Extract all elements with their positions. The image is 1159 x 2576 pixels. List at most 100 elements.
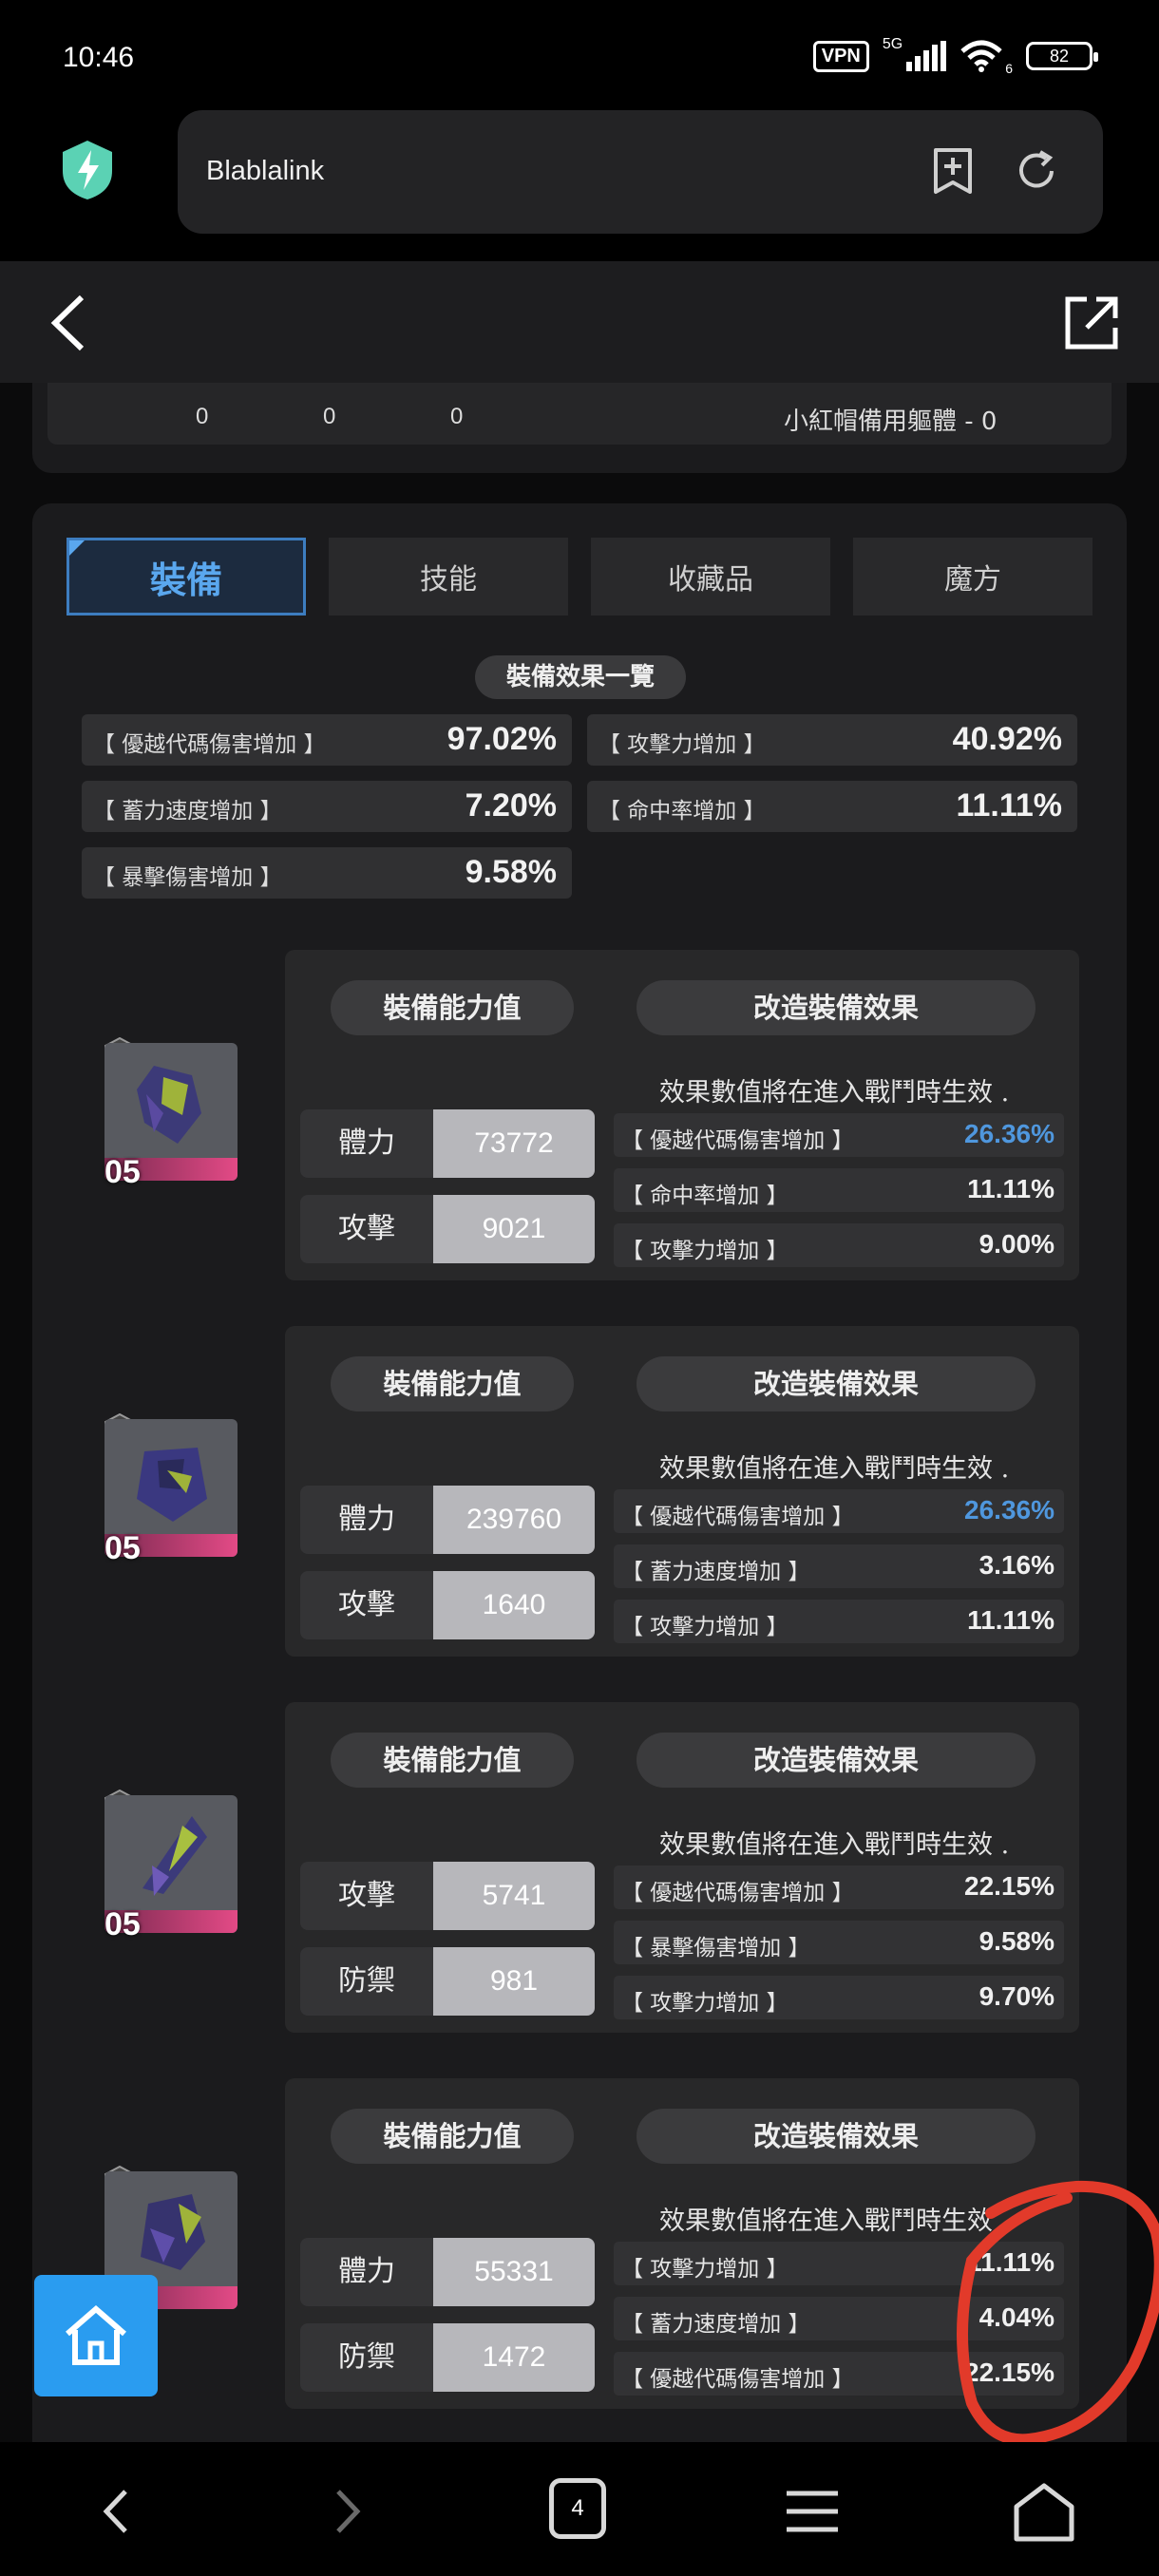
stat-value: 1472 (433, 2323, 595, 2392)
stat-row: 體力 239760 (300, 1486, 595, 1554)
tab-equipment[interactable]: 裝備 (66, 538, 306, 616)
battery-level: 82 (1049, 46, 1070, 66)
effect-label: 【 攻擊力增加 】 (621, 1615, 788, 1639)
effect-value: 9.58% (978, 1926, 1054, 1956)
reload-icon[interactable] (1012, 146, 1061, 196)
effect-row: 【 蓄力速度增加 】 3.16% (614, 1544, 1064, 1588)
summary-stat: 小紅帽備用軀體 - 0 (784, 407, 998, 436)
vpn-badge: VPN (812, 40, 869, 72)
effect-label: 【 優越代碼傷害增加 】 (621, 1505, 854, 1529)
summary-card: 0 0 0 小紅帽備用軀體 - 0 (32, 383, 1127, 473)
effect-row: 【 命中率增加 】 11.11% (614, 1168, 1064, 1212)
tab-skills[interactable]: 技能 (329, 538, 568, 616)
mod-effect-pill: 改造裝備效果 (636, 1356, 1036, 1411)
effect-value: 9.00% (978, 1229, 1054, 1259)
effect-value: 11.11% (967, 1174, 1054, 1203)
summary-num: 0 (323, 404, 336, 429)
effect-row: 【 攻擊力增加 】 9.70% (614, 1976, 1064, 2019)
home-button[interactable] (34, 2275, 158, 2396)
equipment-level: 05 (104, 1154, 141, 1190)
effect-note: 效果數值將在進入戰鬥時生效 . (659, 1078, 1010, 1108)
effect-label: 【 優越代碼傷害增加 】 (621, 1881, 854, 1905)
network-label: 5G (882, 36, 903, 52)
summary-num: 0 (196, 404, 209, 429)
equipment-level: 05 (104, 1906, 141, 1942)
effect-row: 【 優越代碼傷害增加 】 22.15% (614, 1866, 1064, 1909)
stat-name: 體力 (300, 1486, 433, 1554)
nav-home-icon[interactable] (1011, 2478, 1077, 2545)
stat-row: 攻擊 1640 (300, 1571, 595, 1639)
tab-collection[interactable]: 收藏品 (591, 538, 830, 616)
effect-value: 11.11% (956, 787, 1062, 824)
stat-value: 55331 (433, 2238, 595, 2306)
effect-note: 效果數值將在進入戰鬥時生效 . (659, 1454, 1010, 1484)
equipment-panel: 裝備 技能 收藏品 魔方 裝備效果一覽 【 優越代碼傷害增加 】 97.02% 【… (32, 503, 1127, 2442)
effect-value: 40.92% (952, 721, 1062, 757)
effect-row: 【 攻擊力增加 】 11.11% (614, 1600, 1064, 1643)
bookmark-add-icon[interactable] (928, 146, 978, 196)
effect-value: 26.36% (964, 1119, 1054, 1148)
status-icons: VPN 5G 6 82 (812, 36, 1098, 76)
effect-summary-title: 裝備效果一覽 (475, 655, 686, 699)
battery-icon: 82 (1026, 42, 1098, 70)
effect-label: 【 攻擊力增加 】 (621, 2257, 788, 2282)
effect-label: 【 攻擊力增加 】 (621, 1991, 788, 2016)
back-arrow-icon[interactable] (46, 294, 89, 352)
url-text[interactable]: Blablalink (206, 156, 324, 187)
effect-value: 3.16% (978, 1550, 1054, 1580)
mod-effect-pill: 改造裝備效果 (636, 1733, 1036, 1788)
effect-summary-item: 【 攻擊力增加 】 40.92% (587, 714, 1077, 766)
effect-value: 26.36% (964, 1495, 1054, 1525)
tab-cube[interactable]: 魔方 (853, 538, 1092, 616)
stat-value: 9021 (433, 1195, 595, 1263)
effect-label: 【 優越代碼傷害增加 】 (621, 1128, 854, 1153)
status-time: 10:46 (63, 42, 135, 73)
shield-bolt-icon[interactable] (59, 139, 116, 201)
signal-icon (906, 41, 947, 71)
equipment-shape (137, 1448, 207, 1522)
effect-label: 【 命中率增加 】 (621, 1184, 788, 1208)
stat-name: 攻擊 (300, 1862, 433, 1930)
equipment-card: 05 裝備能力值 改造裝備效果 效果數值將在進入戰鬥時生效 . 體力 239760… (32, 1326, 1127, 1668)
effect-label: 【 暴擊傷害增加 】 (93, 865, 282, 890)
nav-forward-icon[interactable] (314, 2478, 380, 2545)
effect-label: 【 暴擊傷害增加 】 (621, 1936, 810, 1960)
effect-label: 【 命中率增加 】 (598, 799, 766, 824)
equipment-detail: 裝備能力值 改造裝備效果 效果數值將在進入戰鬥時生效 . 體力 73772 攻擊 9… (285, 950, 1079, 1280)
tab-count-button[interactable]: 4 (549, 2478, 606, 2539)
menu-icon[interactable] (779, 2478, 846, 2545)
equipment-shape (137, 1066, 201, 1144)
effect-label: 【 攻擊力增加 】 (621, 1239, 788, 1263)
effect-label: 【 優越代碼傷害增加 】 (93, 732, 326, 757)
effect-label: 【 優越代碼傷害增加 】 (621, 2367, 854, 2392)
stat-row: 攻擊 5741 (300, 1862, 595, 1930)
nav-back-icon[interactable] (84, 2478, 150, 2545)
effect-value: 11.11% (967, 1605, 1054, 1635)
equipment-level: 05 (104, 1530, 141, 1566)
stats-pill: 裝備能力值 (331, 1356, 574, 1411)
stat-name: 防禦 (300, 1947, 433, 2016)
equipment-shape (142, 1816, 207, 1896)
page-content: 0 0 0 小紅帽備用軀體 - 0 裝備 技能 收藏品 魔方 裝備效果一覽 【 … (0, 383, 1159, 2442)
effect-row: 【 暴擊傷害增加 】 9.58% (614, 1921, 1064, 1964)
address-bar[interactable]: Blablalink (178, 110, 1103, 234)
page-header (0, 261, 1159, 383)
stat-row: 防禦 1472 (300, 2323, 595, 2392)
effect-row: 【 優越代碼傷害增加 】 26.36% (614, 1113, 1064, 1157)
stat-value: 1640 (433, 1571, 595, 1639)
equipment-card: 05 裝備能力值 改造裝備效果 效果數值將在進入戰鬥時生效 . 體力 73772 … (32, 950, 1127, 1292)
effect-note: 效果數值將在進入戰鬥時生效 . (659, 1830, 1010, 1860)
effect-label: 【 蓄力速度增加 】 (621, 2312, 810, 2337)
effect-value: 97.02% (446, 721, 557, 757)
browser-bottom-nav: 4 (0, 2442, 1159, 2576)
effect-row: 【 優越代碼傷害增加 】 26.36% (614, 1489, 1064, 1533)
open-external-icon[interactable] (1062, 294, 1121, 352)
summary-num: 0 (450, 404, 464, 429)
stat-row: 防禦 981 (300, 1947, 595, 2016)
effect-summary-item: 【 優越代碼傷害增加 】 97.02% (82, 714, 572, 766)
effect-summary-item: 【 蓄力速度增加 】 7.20% (82, 781, 572, 832)
mod-effect-pill: 改造裝備效果 (636, 2109, 1036, 2164)
mod-effect-pill: 改造裝備效果 (636, 980, 1036, 1035)
effect-value: 7.20% (465, 787, 557, 824)
effect-row: 【 攻擊力增加 】 9.00% (614, 1223, 1064, 1267)
